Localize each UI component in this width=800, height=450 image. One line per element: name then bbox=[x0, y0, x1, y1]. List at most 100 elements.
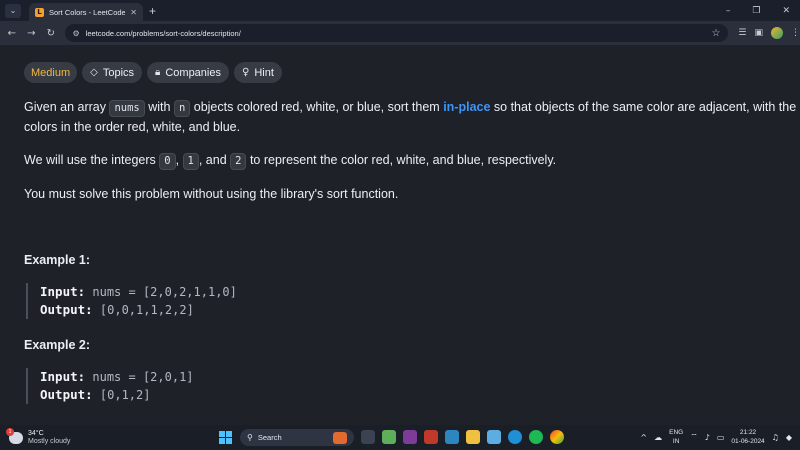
app-blue-icon[interactable] bbox=[445, 430, 459, 444]
text: to represent the color red, white, and b… bbox=[246, 153, 557, 167]
hint-label: Hint bbox=[254, 66, 274, 79]
notifications-bell-icon[interactable]: ♫ bbox=[772, 433, 779, 442]
description-paragraph-1: Given an array nums with n objects color… bbox=[24, 97, 800, 137]
window-controls: – ❐ ✕ bbox=[726, 6, 800, 16]
input-value: nums = [2,0,1] bbox=[85, 370, 194, 384]
time: 21:22 bbox=[739, 429, 757, 436]
search-highlight-icon bbox=[333, 431, 347, 444]
inline-code: 2 bbox=[230, 153, 247, 170]
text: , and bbox=[198, 153, 231, 167]
date: 01-06-2024 bbox=[731, 438, 765, 445]
search-label: Search bbox=[257, 433, 282, 442]
temperature: 34°C bbox=[28, 429, 44, 437]
reload-icon[interactable]: ↻ bbox=[41, 28, 61, 39]
minimize-icon[interactable]: – bbox=[726, 6, 731, 16]
text: objects colored red, white, or blue, sor… bbox=[190, 100, 444, 114]
speaker-icon[interactable]: ♪ bbox=[705, 433, 710, 442]
site-info-icon[interactable]: ⚙ bbox=[73, 29, 80, 38]
example-output-line: Output: [0,1,2] bbox=[40, 386, 194, 404]
back-icon[interactable]: ← bbox=[2, 28, 22, 39]
example-input-line: Input: nums = [2,0,1] bbox=[40, 368, 194, 386]
forward-icon[interactable]: → bbox=[22, 28, 42, 39]
example-2-title: Example 2: bbox=[24, 338, 91, 352]
system-tray: ^ ☁ ENG IN ⌔ ♪ ▭ 21:22 01-06-2024 ♫ ◆ bbox=[640, 428, 792, 446]
app-purple-icon[interactable] bbox=[403, 430, 417, 444]
cloud-sync-icon[interactable]: ☁ bbox=[654, 433, 662, 442]
wifi-icon[interactable]: ⌔ bbox=[690, 432, 698, 442]
browser-menu-icon[interactable]: ⋮ bbox=[791, 28, 800, 38]
app-lightblue-icon[interactable] bbox=[487, 430, 501, 444]
close-tab-icon[interactable]: ✕ bbox=[130, 8, 137, 17]
topics-button[interactable]: ◇ Topics bbox=[82, 62, 143, 83]
inline-code: nums bbox=[109, 100, 145, 117]
app-green-icon[interactable] bbox=[382, 430, 396, 444]
search-icon: ⚲ bbox=[247, 433, 253, 442]
toolbar-actions: ☰ ▣ ⋮ bbox=[738, 27, 800, 39]
pinned-apps bbox=[361, 430, 564, 444]
tab-sort-colors[interactable]: L Sort Colors - LeetCode ✕ bbox=[29, 3, 143, 21]
new-tab-button[interactable]: + bbox=[149, 4, 156, 18]
text: Given an array bbox=[24, 100, 110, 114]
app-red-icon[interactable] bbox=[424, 430, 438, 444]
leetcode-favicon-icon: L bbox=[35, 7, 44, 17]
chevron-up-icon[interactable]: ^ bbox=[640, 433, 647, 442]
weather-widget[interactable]: 1 34°C Mostly cloudy bbox=[6, 427, 71, 446]
file-explorer-icon[interactable] bbox=[466, 430, 480, 444]
output-label: Output: bbox=[40, 302, 93, 317]
address-bar[interactable]: ⚙ leetcode.com/problems/sort-colors/desc… bbox=[64, 24, 729, 42]
problem-tags: Medium ◇ Topics 🔒︎ Companies ♀ Hint bbox=[24, 62, 282, 83]
windows-start-icon[interactable] bbox=[219, 431, 232, 444]
output-label: Output: bbox=[40, 387, 93, 402]
companies-button[interactable]: 🔒︎ Companies bbox=[147, 62, 229, 83]
topics-label: Topics bbox=[102, 66, 135, 79]
tag-icon: ◇ bbox=[90, 67, 98, 78]
lock-icon: 🔒︎ bbox=[155, 67, 161, 78]
spotify-icon[interactable] bbox=[529, 430, 543, 444]
cloud-icon: 1 bbox=[6, 427, 23, 444]
text: We will use the integers bbox=[24, 153, 160, 167]
clock[interactable]: 21:22 01-06-2024 bbox=[731, 428, 764, 446]
hint-button[interactable]: ♀ Hint bbox=[233, 62, 282, 83]
chrome-icon[interactable] bbox=[550, 430, 564, 444]
bookmark-star-icon[interactable]: ☆ bbox=[711, 28, 720, 39]
output-value: [0,1,2] bbox=[92, 388, 151, 402]
language-indicator[interactable]: ENG IN bbox=[669, 428, 683, 446]
url-text[interactable]: leetcode.com/problems/sort-colors/descri… bbox=[86, 29, 706, 38]
maximize-icon[interactable]: ❐ bbox=[752, 6, 760, 16]
close-window-icon[interactable]: ✕ bbox=[782, 6, 790, 16]
copilot-icon[interactable]: ◆ bbox=[786, 433, 792, 442]
text: , bbox=[175, 153, 183, 167]
browser-toolbar: ← → ↻ ⚙ leetcode.com/problems/sort-color… bbox=[0, 21, 800, 45]
tab-search-chevron-icon[interactable]: ⌄ bbox=[5, 3, 21, 18]
input-label: Input: bbox=[40, 369, 86, 384]
edge-icon[interactable] bbox=[508, 430, 522, 444]
profile-avatar[interactable] bbox=[771, 27, 783, 39]
windows-taskbar: 1 34°C Mostly cloudy ⚲ Search ^ ☁ ENG IN… bbox=[0, 425, 800, 450]
problem-description: Medium ◇ Topics 🔒︎ Companies ♀ Hint Give… bbox=[0, 45, 800, 425]
output-value: [0,0,1,1,2,2] bbox=[92, 303, 194, 317]
battery-icon[interactable]: ▭ bbox=[717, 433, 725, 442]
inline-code: 0 bbox=[159, 153, 176, 170]
browser-window: ⌄ L Sort Colors - LeetCode ✕ + – ❐ ✕ ← →… bbox=[0, 0, 800, 450]
inline-code: 1 bbox=[182, 153, 199, 170]
difficulty-badge[interactable]: Medium bbox=[24, 62, 78, 83]
tab-title: Sort Colors - LeetCode bbox=[49, 7, 126, 17]
example-2-block: Input: nums = [2,0,1] Output: [0,1,2] bbox=[26, 368, 194, 404]
task-view-icon[interactable] bbox=[361, 430, 375, 444]
companies-label: Companies bbox=[165, 66, 221, 79]
lang-code: ENG bbox=[669, 429, 684, 436]
example-input-line: Input: nums = [2,0,2,1,1,0] bbox=[40, 283, 237, 301]
description-paragraph-3: You must solve this problem without usin… bbox=[24, 187, 399, 201]
inline-code: n bbox=[173, 100, 191, 117]
taskbar-search[interactable]: ⚲ Search bbox=[240, 429, 354, 446]
text: with bbox=[144, 100, 174, 114]
reading-list-icon[interactable]: ☰ bbox=[738, 28, 746, 38]
description-paragraph-2: We will use the integers 0, 1, and 2 to … bbox=[24, 150, 800, 170]
weather-condition: Mostly cloudy bbox=[28, 437, 71, 445]
tab-strip: ⌄ L Sort Colors - LeetCode ✕ + – ❐ ✕ bbox=[0, 0, 800, 21]
input-label: Input: bbox=[40, 284, 86, 299]
extensions-icon[interactable]: ▣ bbox=[754, 28, 763, 38]
example-1-title: Example 1: bbox=[24, 253, 91, 267]
in-place-link[interactable]: in-place bbox=[443, 100, 490, 114]
lightbulb-icon: ♀ bbox=[241, 67, 250, 78]
